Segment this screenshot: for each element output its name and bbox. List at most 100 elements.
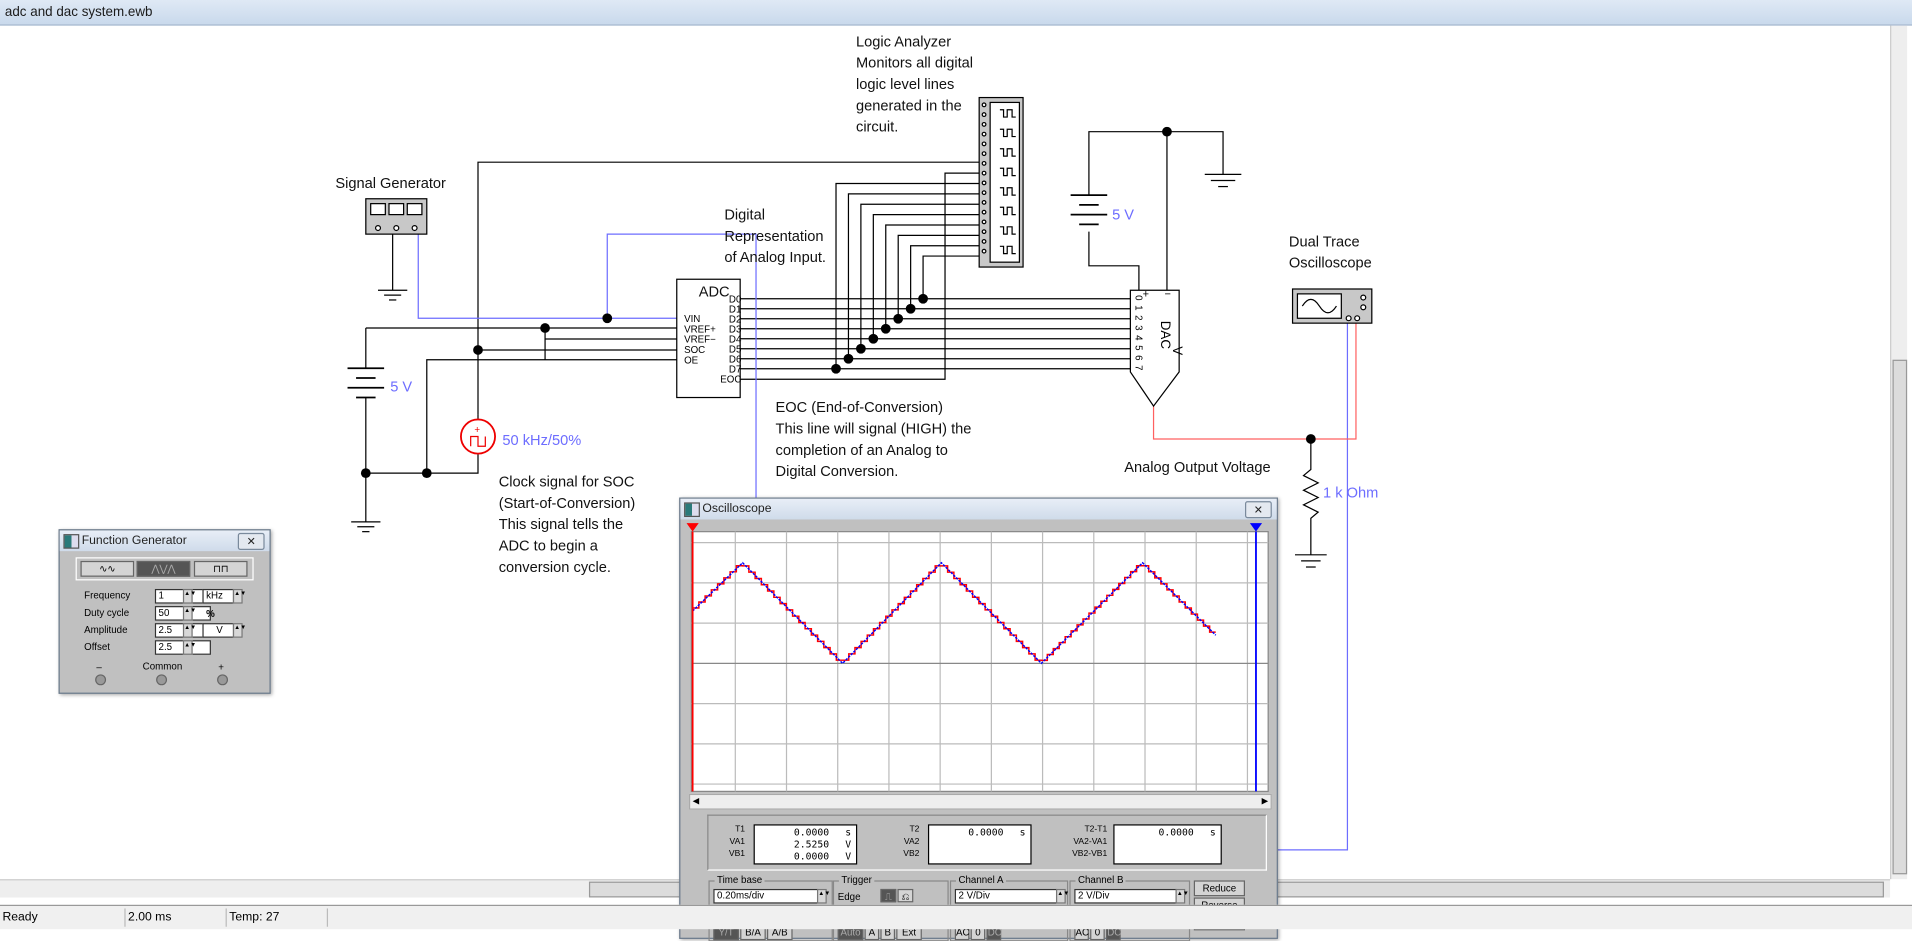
junction bbox=[918, 293, 928, 304]
junction bbox=[893, 313, 904, 324]
note-line: This line will signal (HIGH) the bbox=[776, 421, 972, 437]
digital-representation-notes: Digital Representation of Analog Input. bbox=[724, 207, 826, 266]
dac-pin-label: 5 bbox=[1132, 345, 1143, 351]
readout-unit: s bbox=[845, 826, 852, 838]
adc-pin-label: SOC bbox=[684, 345, 705, 356]
dac-pin-label: 1 bbox=[1132, 305, 1143, 310]
triangle-wave-button[interactable]: ⋀⋁⋀ bbox=[136, 560, 191, 577]
readout-label: T1 bbox=[735, 825, 746, 835]
duty-label: Duty cycle bbox=[84, 607, 130, 619]
adc-pin-label: EOC bbox=[720, 374, 741, 385]
note-line: circuit. bbox=[856, 120, 898, 136]
readout-value: 0.0000 bbox=[1158, 826, 1194, 838]
readout-label: VB1 bbox=[728, 849, 746, 859]
scope-screen[interactable] bbox=[686, 520, 1272, 794]
reduce-button[interactable]: Reduce bbox=[1193, 880, 1245, 897]
oscilloscope-window[interactable]: Oscilloscope ✕ ◀ ▶ T1 VA1 VB1 0.0000 s 2.5250 V 0… bbox=[679, 497, 1278, 941]
frequency-spinner[interactable]: ▲▼ bbox=[182, 588, 196, 604]
note-line: Representation bbox=[724, 229, 823, 245]
scope-scrollbar[interactable]: ◀ ▶ bbox=[688, 793, 1272, 810]
junction bbox=[905, 303, 916, 314]
close-button[interactable]: ✕ bbox=[237, 532, 265, 550]
rising-edge-button[interactable]: ⎍ bbox=[880, 888, 897, 903]
readout-t1: 0.0000 s 2.5250 V 0.0000 V bbox=[753, 824, 858, 865]
close-button[interactable]: ✕ bbox=[1244, 501, 1272, 519]
minus-terminal-label: – bbox=[96, 662, 102, 674]
adc-component[interactable]: ADC VINVREF+VREF−SOCOED0D1D2D3D4D5D6D7EO… bbox=[676, 278, 742, 399]
status-empty bbox=[326, 908, 1891, 927]
amplitude-spinner[interactable]: ▲▼ bbox=[182, 623, 196, 638]
data-bus bbox=[740, 182, 1131, 374]
readout-label: VA1 bbox=[729, 837, 746, 847]
readout-unit: V bbox=[845, 838, 852, 850]
channel-b-scale-spinner[interactable]: ▲▼ bbox=[1175, 888, 1189, 904]
junction bbox=[868, 333, 879, 344]
clock-notes: Clock signal for SOC (Start-of-Conversion… bbox=[499, 475, 636, 576]
note-line: Dual Trace bbox=[1289, 234, 1360, 250]
minus-terminal[interactable] bbox=[95, 674, 107, 686]
channel-a-scale-spinner[interactable]: ▲▼ bbox=[1055, 888, 1069, 904]
vertical-scrollbar-thumb[interactable] bbox=[1892, 359, 1908, 875]
channel-a-scale[interactable]: 2 V/Div bbox=[954, 888, 1058, 904]
dac-component[interactable]: + − DAC V 0 1 2 3 4 5 6 7 bbox=[1129, 289, 1185, 408]
dac-pin-label: 4 bbox=[1132, 335, 1143, 341]
channel-b-scale[interactable]: 2 V/Div bbox=[1074, 888, 1177, 904]
vertical-scrollbar[interactable] bbox=[1890, 25, 1908, 880]
oscilloscope-instrument[interactable] bbox=[1291, 288, 1373, 324]
common-terminal[interactable] bbox=[156, 674, 168, 686]
square-wave-button[interactable]: ⊓⊓ bbox=[193, 560, 248, 577]
sine-wave-button[interactable]: ∿∿ bbox=[80, 560, 135, 577]
offset-spinner[interactable]: ▲▼ bbox=[182, 640, 196, 655]
note-line: generated in the bbox=[856, 98, 962, 114]
dac-pin-label: 3 bbox=[1132, 325, 1143, 330]
readout-labels: T1 VA1 VB1 bbox=[708, 824, 745, 861]
frequency-unit[interactable]: kHz bbox=[202, 588, 235, 604]
dac-pin-label: 7 bbox=[1132, 365, 1143, 370]
dac-pin-label: 2 bbox=[1132, 315, 1143, 320]
oscilloscope-title: Oscilloscope bbox=[702, 502, 772, 516]
falling-edge-button[interactable]: ⎌ bbox=[897, 888, 914, 903]
plus-terminal[interactable] bbox=[217, 674, 229, 686]
unit-spinner[interactable]: ▲▼ bbox=[232, 588, 246, 604]
readout-t2: 0.0000 s bbox=[927, 824, 1032, 865]
note-line: conversion cycle. bbox=[499, 560, 611, 576]
note-line: Monitors all digital bbox=[856, 56, 973, 72]
app-icon bbox=[63, 534, 80, 549]
readout-value: 2.5250 bbox=[793, 838, 830, 850]
battery-right-label: 5 V bbox=[1112, 207, 1134, 223]
readout-labels: T2-T1 VA2-VA1 VB2-VB1 bbox=[1068, 824, 1107, 861]
junction bbox=[843, 353, 854, 364]
amp-unit-spinner[interactable]: ▲▼ bbox=[232, 623, 246, 638]
note-line: Clock signal for SOC bbox=[499, 475, 635, 491]
svg-text:+: + bbox=[474, 425, 480, 436]
clock-label: 50 kHz/50% bbox=[502, 433, 581, 449]
readout-unit: s bbox=[1019, 826, 1026, 838]
note-line: of Analog Input. bbox=[724, 250, 826, 266]
dac-pin-label: 6 bbox=[1132, 355, 1143, 360]
signal-generator-label: Signal Generator bbox=[335, 176, 446, 192]
eoc-notes: EOC (End-of-Conversion) This line will si… bbox=[776, 400, 972, 480]
frequency-label: Frequency bbox=[84, 590, 131, 602]
time-base-select-spinner[interactable]: ▲▼ bbox=[816, 888, 830, 904]
clock-source-icon[interactable]: + bbox=[460, 414, 496, 455]
logic-analyzer-notes: Logic Analyzer Monitors all digital logic … bbox=[856, 34, 973, 135]
signal-generator-instrument[interactable] bbox=[365, 198, 428, 235]
function-generator-window[interactable]: Function Generator ✕ ∿∿ ⋀⋁⋀ ⊓⊓ Frequency … bbox=[58, 529, 271, 694]
readout-unit: s bbox=[1209, 826, 1216, 838]
adc-pin-label: VIN bbox=[684, 314, 700, 325]
note-line: Digital bbox=[724, 207, 765, 223]
logic-analyzer-instrument[interactable] bbox=[978, 96, 1024, 268]
note-line: EOC (End-of-Conversion) bbox=[776, 400, 943, 416]
analog-output-wires bbox=[1152, 323, 1357, 440]
note-line: (Start-of-Conversion) bbox=[499, 496, 636, 512]
analog-output-label: Analog Output Voltage bbox=[1124, 460, 1270, 476]
amplitude-label: Amplitude bbox=[84, 624, 128, 636]
duty-spinner[interactable]: ▲▼ bbox=[182, 606, 196, 621]
note-line: completion of an Analog to bbox=[776, 443, 948, 459]
readout-value: 0.0000 bbox=[793, 851, 830, 863]
time-base-select[interactable]: 0.20ms/div bbox=[713, 888, 819, 904]
group-title: Channel A bbox=[956, 874, 1006, 886]
amplitude-unit[interactable]: V bbox=[202, 623, 235, 638]
readout-label: VB2-VB1 bbox=[1072, 849, 1108, 859]
readout-label: VA2 bbox=[903, 837, 920, 847]
